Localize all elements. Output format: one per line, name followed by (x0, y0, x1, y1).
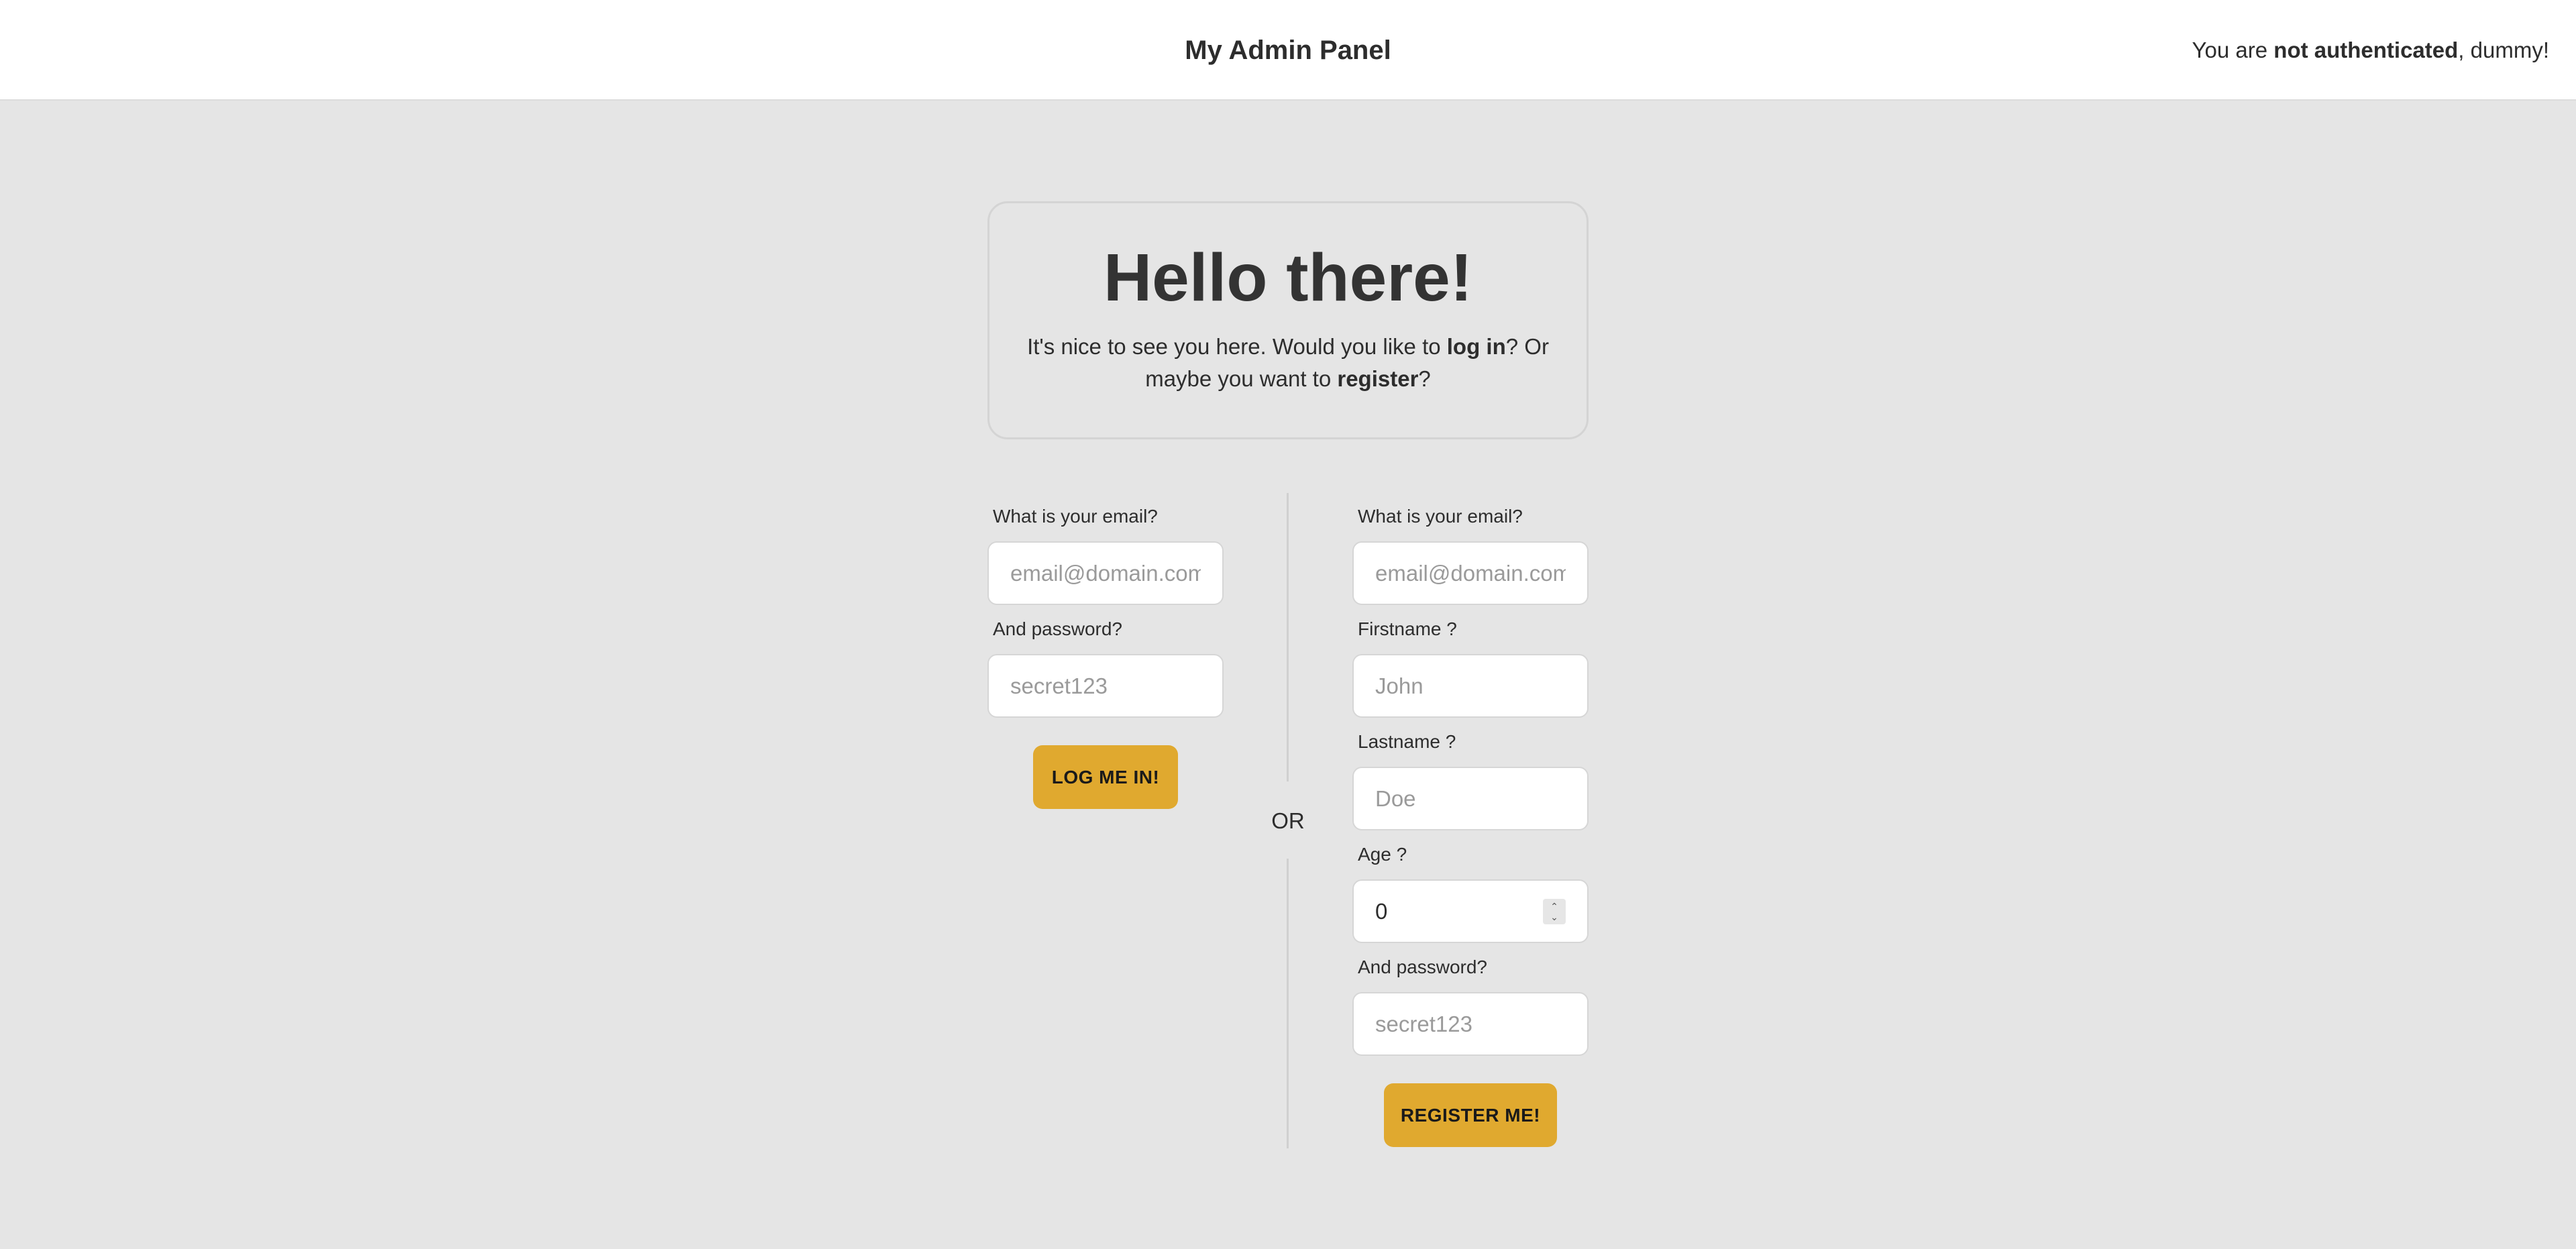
register-password-label: And password? (1358, 957, 1488, 977)
register-email-input[interactable] (1352, 541, 1589, 605)
register-lastname-label: Lastname ? (1358, 731, 1456, 752)
login-password-label: And password? (993, 618, 1123, 639)
top-header: My Admin Panel You are not authenticated… (0, 0, 2576, 101)
register-age-input[interactable]: 0 ⌃ ⌄ (1352, 879, 1589, 943)
welcome-text-3: ? (1418, 366, 1431, 391)
welcome-title: Hello there! (1103, 240, 1473, 315)
auth-status-prefix: You are (2192, 38, 2274, 62)
welcome-text-1: It's nice to see you here. Would you lik… (1027, 334, 1447, 359)
welcome-message: It's nice to see you here. Would you lik… (1026, 331, 1550, 395)
welcome-card: Hello there! It's nice to see you here. … (987, 201, 1589, 439)
app-title: My Admin Panel (1185, 36, 1391, 65)
login-password-input[interactable] (987, 654, 1224, 718)
welcome-register-word: register (1337, 366, 1419, 391)
divider-line-top (1287, 493, 1289, 781)
auth-status: You are not authenticated, dummy! (2192, 0, 2549, 101)
login-email-input[interactable] (987, 541, 1224, 605)
register-button[interactable]: REGISTER ME! (1384, 1083, 1557, 1147)
auth-status-state: not authenticated (2273, 38, 2459, 62)
register-age-value: 0 (1375, 898, 1388, 924)
welcome-login-word: log in (1446, 334, 1506, 359)
spinner-down-icon[interactable]: ⌄ (1550, 912, 1558, 922)
or-separator: OR (1271, 808, 1305, 833)
divider-line-bottom (1287, 859, 1289, 1148)
register-firstname-input[interactable] (1352, 654, 1589, 718)
register-firstname-label: Firstname ? (1358, 618, 1457, 639)
login-button[interactable]: LOG ME IN! (1033, 745, 1178, 809)
login-email-label: What is your email? (993, 506, 1158, 527)
auth-status-suffix: , dummy! (2458, 38, 2549, 62)
spinner-up-icon[interactable]: ⌃ (1550, 901, 1558, 912)
register-lastname-input[interactable] (1352, 767, 1589, 830)
number-spinner-icon[interactable]: ⌃ ⌄ (1543, 898, 1566, 924)
register-age-label: Age ? (1358, 844, 1407, 865)
register-password-input[interactable] (1352, 992, 1589, 1056)
register-email-label: What is your email? (1358, 506, 1523, 527)
